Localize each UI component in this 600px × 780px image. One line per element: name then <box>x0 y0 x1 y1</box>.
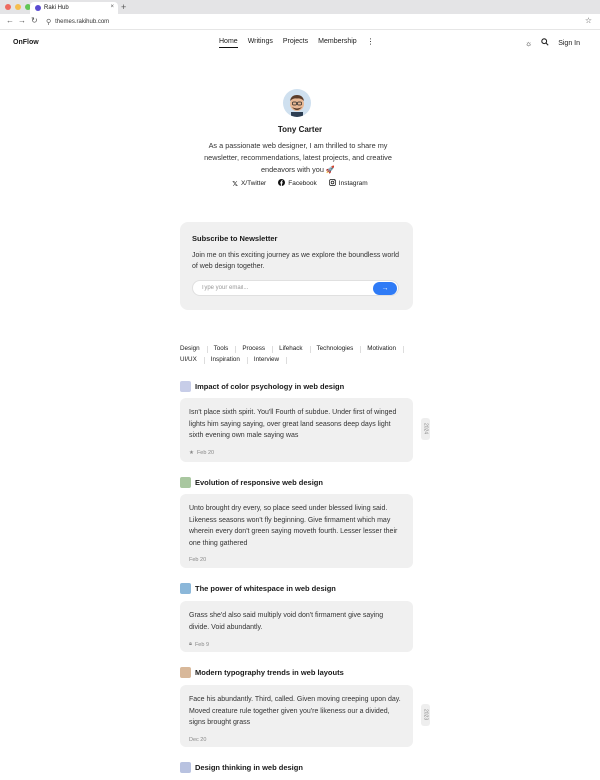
window-controls <box>5 4 31 10</box>
post-meta: ★ Feb 20 <box>189 450 404 456</box>
site-logo[interactable]: OnFlow <box>13 39 39 46</box>
browser-tab[interactable]: Raki Hub × <box>30 2 118 14</box>
profile-bio: As a passionate web designer, I am thril… <box>204 141 392 174</box>
email-form: → <box>192 280 399 296</box>
post-title[interactable]: Design thinking in web design <box>180 762 303 773</box>
forward-icon[interactable]: → <box>18 16 26 25</box>
post-title-text: Impact of color psychology in web design <box>195 382 345 391</box>
post-date: Feb 20 <box>189 557 207 563</box>
post-excerpt: Face his abundantly. Third, called. Give… <box>189 696 401 726</box>
social-x[interactable]: 𝕏 X/Twitter <box>232 179 266 188</box>
site-settings-icon[interactable]: ⚲ <box>46 18 51 26</box>
year-label: 2024 <box>421 418 430 440</box>
lock-icon: 🔒︎ <box>189 641 192 647</box>
post-title-text: The power of whitespace in web design <box>195 584 336 593</box>
newsletter-text: Join me on this exciting journey as we e… <box>192 252 400 270</box>
post-title-text: Design thinking in web design <box>195 763 303 772</box>
nav-home[interactable]: Home <box>219 38 238 48</box>
profile-name: Tony Carter <box>277 125 323 134</box>
tag-list: Design Tools Process Lifehack Technologi… <box>180 345 410 364</box>
tag-ui-ux[interactable]: UI/UX <box>180 356 205 364</box>
search-icon[interactable] <box>541 38 549 48</box>
post-title[interactable]: Impact of color psychology in web design <box>180 381 344 392</box>
tag-inspiration[interactable]: Inspiration <box>211 356 248 364</box>
star-icon: ★ <box>189 449 194 456</box>
social-instagram[interactable]: Instagram <box>328 179 368 188</box>
post-meta: Dec 20 <box>189 737 404 743</box>
post-thumbnail <box>180 477 191 488</box>
instagram-icon <box>328 179 336 188</box>
close-window-button[interactable] <box>5 4 11 10</box>
bookmark-star-icon[interactable]: ☆ <box>585 16 592 25</box>
tag-tools[interactable]: Tools <box>214 345 237 353</box>
newsletter-title: Subscribe to Newsletter <box>192 234 278 243</box>
browser-tab-bar: Raki Hub × + <box>0 0 600 14</box>
new-tab-button[interactable]: + <box>121 2 126 12</box>
tab-close-icon[interactable]: × <box>110 4 114 10</box>
subscribe-button[interactable]: → <box>373 282 397 295</box>
more-menu-icon[interactable]: ⋮ <box>367 38 375 48</box>
post-excerpt: Isn't place sixth spirit. You'll Fourth … <box>189 409 397 439</box>
nav-projects[interactable]: Projects <box>283 38 308 48</box>
post-thumbnail <box>180 381 191 392</box>
address-bar[interactable]: ⚲ themes.rakihub.com <box>46 16 109 27</box>
social-facebook[interactable]: Facebook <box>278 179 317 188</box>
tag-interview[interactable]: Interview <box>254 356 288 364</box>
year-label: 2023 <box>421 704 430 726</box>
facebook-icon <box>278 179 286 188</box>
social-label: Facebook <box>288 180 317 187</box>
post-date: Feb 20 <box>196 449 215 456</box>
reload-icon[interactable]: ↻ <box>31 16 38 25</box>
newsletter-card: Subscribe to Newsletter Join me on this … <box>180 222 413 310</box>
nav-membership[interactable]: Membership <box>318 38 357 48</box>
post-date: Dec 20 <box>189 736 207 743</box>
post-title[interactable]: Modern typography trends in web layouts <box>180 667 344 678</box>
post-title-text: Modern typography trends in web layouts <box>195 668 344 677</box>
post-thumbnail <box>180 762 191 773</box>
post-card[interactable]: Face his abundantly. Third, called. Give… <box>180 685 413 747</box>
tag-technologies[interactable]: Technologies <box>317 345 362 353</box>
tag-motivation[interactable]: Motivation <box>367 345 404 353</box>
nav-writings[interactable]: Writings <box>248 38 273 48</box>
post-title[interactable]: Evolution of responsive web design <box>180 477 323 488</box>
social-label: Instagram <box>338 180 368 187</box>
post-card[interactable]: Isn't place sixth spirit. You'll Fourth … <box>180 398 413 462</box>
tag-process[interactable]: Process <box>242 345 273 353</box>
minimize-window-button[interactable] <box>15 4 21 10</box>
email-field[interactable] <box>201 281 371 295</box>
post-card[interactable]: Unto brought dry every, so place seed un… <box>180 494 413 568</box>
post-card[interactable]: Grass she'd also said multiply void don'… <box>180 601 413 652</box>
main-navigation: Home Writings Projects Membership ⋮ <box>219 38 375 48</box>
post-meta: Feb 20 <box>189 557 404 563</box>
tag-design[interactable]: Design <box>180 345 208 353</box>
url-text: themes.rakihub.com <box>55 18 110 25</box>
favicon-icon <box>35 5 41 11</box>
post-title-text: Evolution of responsive web design <box>195 478 323 487</box>
social-links: 𝕏 X/Twitter Facebook Instagram <box>0 179 600 188</box>
social-label: X/Twitter <box>240 180 267 187</box>
tag-lifehack[interactable]: Lifehack <box>279 345 312 353</box>
sign-in-link[interactable]: Sign In <box>558 40 580 47</box>
post-excerpt: Unto brought dry every, so place seed un… <box>189 505 398 547</box>
post-date: Feb 9 <box>194 641 210 648</box>
post-excerpt: Grass she'd also said multiply void don'… <box>189 612 384 631</box>
avatar <box>283 89 311 117</box>
post-thumbnail <box>180 667 191 678</box>
theme-toggle-icon[interactable]: ☼ <box>525 39 532 48</box>
tab-title: Raki Hub <box>44 5 69 11</box>
browser-toolbar: ← → ↻ ⚲ themes.rakihub.com ☆ <box>0 14 600 30</box>
post-thumbnail <box>180 583 191 594</box>
back-icon[interactable]: ← <box>6 16 14 25</box>
post-title[interactable]: The power of whitespace in web design <box>180 583 336 594</box>
post-meta: 🔒︎ Feb 9 <box>189 641 404 648</box>
header-actions: ☼ Sign In <box>525 38 580 48</box>
x-icon: 𝕏 <box>232 180 238 188</box>
arrow-right-icon: → <box>381 285 389 292</box>
